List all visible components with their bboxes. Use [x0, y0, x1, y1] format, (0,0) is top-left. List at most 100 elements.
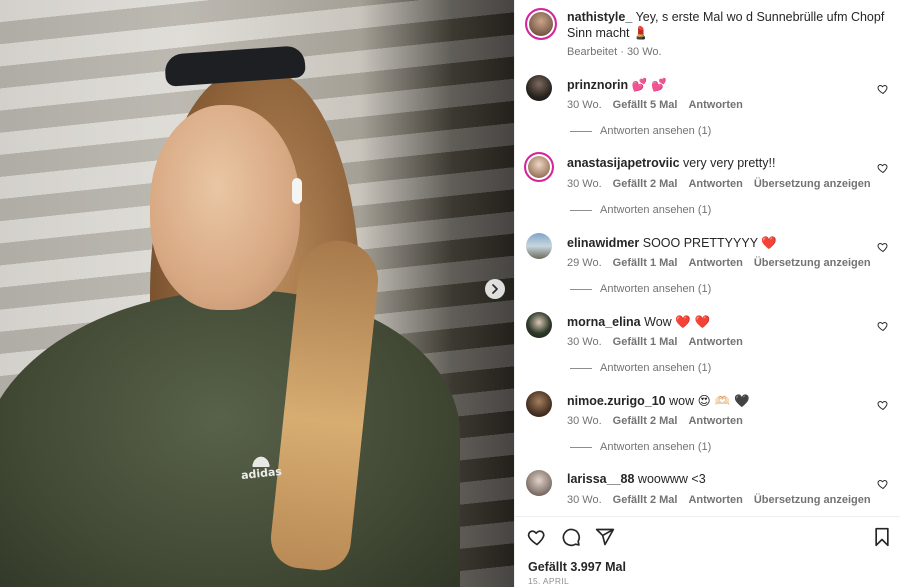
comment-age: 30 Wo.	[567, 415, 602, 427]
comment-text: wow	[669, 394, 695, 408]
comment-body: elinawidmer SOOO PRETTYYYY ❤️	[567, 235, 867, 251]
comment-username[interactable]: prinznorin	[567, 78, 628, 92]
comment: anastasijapetroviic very very pretty!! 3…	[524, 152, 891, 224]
comment-like-icon[interactable]	[877, 241, 889, 253]
comment-like-icon[interactable]	[877, 83, 889, 95]
translate-button[interactable]: Übersetzung anzeigen	[754, 178, 871, 190]
caption: nathistyle_ Yey, s erste Mal wo d Sunneb…	[567, 10, 885, 41]
comment-actions: 30 Wo. Gefällt 5 Mal Antworten	[567, 99, 743, 111]
author-username[interactable]: nathistyle_	[567, 10, 632, 24]
translate-button[interactable]: Übersetzung anzeigen	[754, 257, 871, 269]
caption-emoji: 💄	[633, 25, 649, 40]
comment: larissa__88 woowww <3 30 Wo. Gefällt 2 M…	[525, 470, 891, 510]
likes-count[interactable]: Gefällt 3.997 Mal	[528, 560, 626, 574]
comment-like-icon[interactable]	[877, 478, 889, 490]
view-replies[interactable]: Antworten ansehen (1)	[570, 441, 711, 453]
comment-actions: 30 Wo. Gefällt 2 Mal Antworten Übersetzu…	[567, 178, 871, 190]
comment-username[interactable]: larissa__88	[567, 472, 634, 486]
reply-button[interactable]: Antworten	[688, 336, 742, 348]
post-image[interactable]: adidas	[0, 0, 514, 587]
comment-age: 30 Wo.	[567, 178, 602, 190]
post-date: 15. APRIL	[528, 576, 569, 586]
comment-username[interactable]: nimoe.zurigo_10	[567, 394, 666, 408]
comment: morna_elina Wow ❤️ ❤️ 30 Wo. Gefällt 1 M…	[525, 312, 891, 382]
comment-text: very very pretty!!	[683, 156, 776, 170]
reply-button[interactable]: Antworten	[688, 178, 742, 190]
post-age: 30 Wo.	[626, 46, 662, 58]
comment-icon[interactable]	[561, 527, 581, 547]
commenter-avatar[interactable]	[526, 75, 552, 101]
comment: elinawidmer SOOO PRETTYYYY ❤️ 29 Wo. Gef…	[525, 233, 891, 303]
comment-like-icon[interactable]	[877, 162, 889, 174]
view-replies-label: Antworten ansehen (1)	[600, 283, 712, 295]
view-replies[interactable]: Antworten ansehen (1)	[570, 125, 711, 137]
comment-likes[interactable]: Gefällt 1 Mal	[613, 336, 678, 348]
comment-body: prinznorin 💕 💕	[567, 77, 867, 93]
reply-button[interactable]: Antworten	[688, 257, 742, 269]
comment-username[interactable]: anastasijapetroviic	[567, 156, 680, 170]
reply-button[interactable]: Antworten	[688, 415, 742, 427]
reply-button[interactable]: Antworten	[688, 99, 742, 111]
replies-divider	[570, 288, 592, 290]
comment-text: SOOO PRETTYYYY	[642, 236, 758, 250]
commenter-avatar[interactable]	[524, 152, 554, 182]
bookmark-icon[interactable]	[873, 527, 891, 547]
comment-likes[interactable]: Gefällt 1 Mal	[613, 257, 678, 269]
action-icons	[527, 527, 615, 547]
comment-emoji: ❤️ ❤️	[675, 314, 711, 329]
comment-age: 30 Wo.	[567, 336, 602, 348]
commenter-avatar[interactable]	[526, 233, 552, 259]
sweater	[0, 290, 460, 587]
next-image-button[interactable]	[485, 279, 505, 299]
reply-button[interactable]: Antworten	[688, 494, 742, 506]
comment-emoji: 😍 🫶🏻 🖤	[697, 393, 750, 408]
comment-age: 30 Wo.	[567, 99, 602, 111]
comment-age: 30 Wo.	[567, 494, 602, 506]
comment: nimoe.zurigo_10 wow 😍 🫶🏻 🖤 30 Wo. Gefäll…	[525, 391, 891, 461]
replies-divider	[570, 446, 592, 448]
face	[150, 105, 300, 310]
view-replies-label: Antworten ansehen (1)	[600, 441, 712, 453]
commenter-avatar[interactable]	[526, 312, 552, 338]
heart-icon[interactable]	[527, 527, 547, 547]
post-side-panel: nathistyle_ Yey, s erste Mal wo d Sunneb…	[514, 0, 900, 587]
view-replies-label: Antworten ansehen (1)	[600, 362, 712, 374]
view-replies[interactable]: Antworten ansehen (1)	[570, 283, 711, 295]
view-replies[interactable]: Antworten ansehen (1)	[570, 362, 711, 374]
comment-likes[interactable]: Gefällt 5 Mal	[613, 99, 678, 111]
comment-body: morna_elina Wow ❤️ ❤️	[567, 314, 867, 330]
edited-label: Bearbeitet	[567, 46, 618, 58]
commenter-avatar[interactable]	[526, 391, 552, 417]
comment-actions: 30 Wo. Gefällt 2 Mal Antworten	[567, 415, 743, 427]
adidas-logo: adidas	[236, 440, 286, 483]
comment-emoji: ❤️	[761, 235, 777, 250]
comment-like-icon[interactable]	[877, 399, 889, 411]
comment-body: anastasijapetroviic very very pretty!!	[567, 156, 867, 171]
comment-emoji: 💕 💕	[631, 77, 667, 92]
share-icon[interactable]	[595, 527, 615, 547]
author-avatar[interactable]	[525, 8, 557, 40]
replies-divider	[570, 367, 592, 369]
view-replies[interactable]: Antworten ansehen (1)	[570, 204, 711, 216]
comment-actions: 30 Wo. Gefällt 1 Mal Antworten	[567, 336, 743, 348]
commenter-avatar[interactable]	[526, 470, 552, 496]
comment-username[interactable]: morna_elina	[567, 315, 641, 329]
replies-divider	[570, 209, 592, 211]
comment-username[interactable]: elinawidmer	[567, 236, 639, 250]
earpod	[292, 178, 302, 204]
translate-button[interactable]: Übersetzung anzeigen	[754, 494, 871, 506]
adidas-logo-text: adidas	[239, 464, 283, 483]
comment-text: Wow	[644, 315, 672, 329]
comment-body: larissa__88 woowww <3	[567, 472, 867, 487]
comment-likes[interactable]: Gefällt 2 Mal	[613, 415, 678, 427]
chevron-right-icon	[492, 284, 498, 294]
comment-text: woowww <3	[637, 472, 706, 486]
post-meta: Bearbeitet · 30 Wo.	[567, 46, 662, 58]
comment: prinznorin 💕 💕 30 Wo. Gefällt 5 Mal Antw…	[525, 75, 891, 145]
post-actions-bar: Gefällt 3.997 Mal 15. APRIL	[515, 516, 900, 587]
view-replies-label: Antworten ansehen (1)	[600, 125, 712, 137]
replies-divider	[570, 130, 592, 132]
comment-like-icon[interactable]	[877, 320, 889, 332]
comment-likes[interactable]: Gefällt 2 Mal	[613, 494, 678, 506]
comment-likes[interactable]: Gefällt 2 Mal	[613, 178, 678, 190]
